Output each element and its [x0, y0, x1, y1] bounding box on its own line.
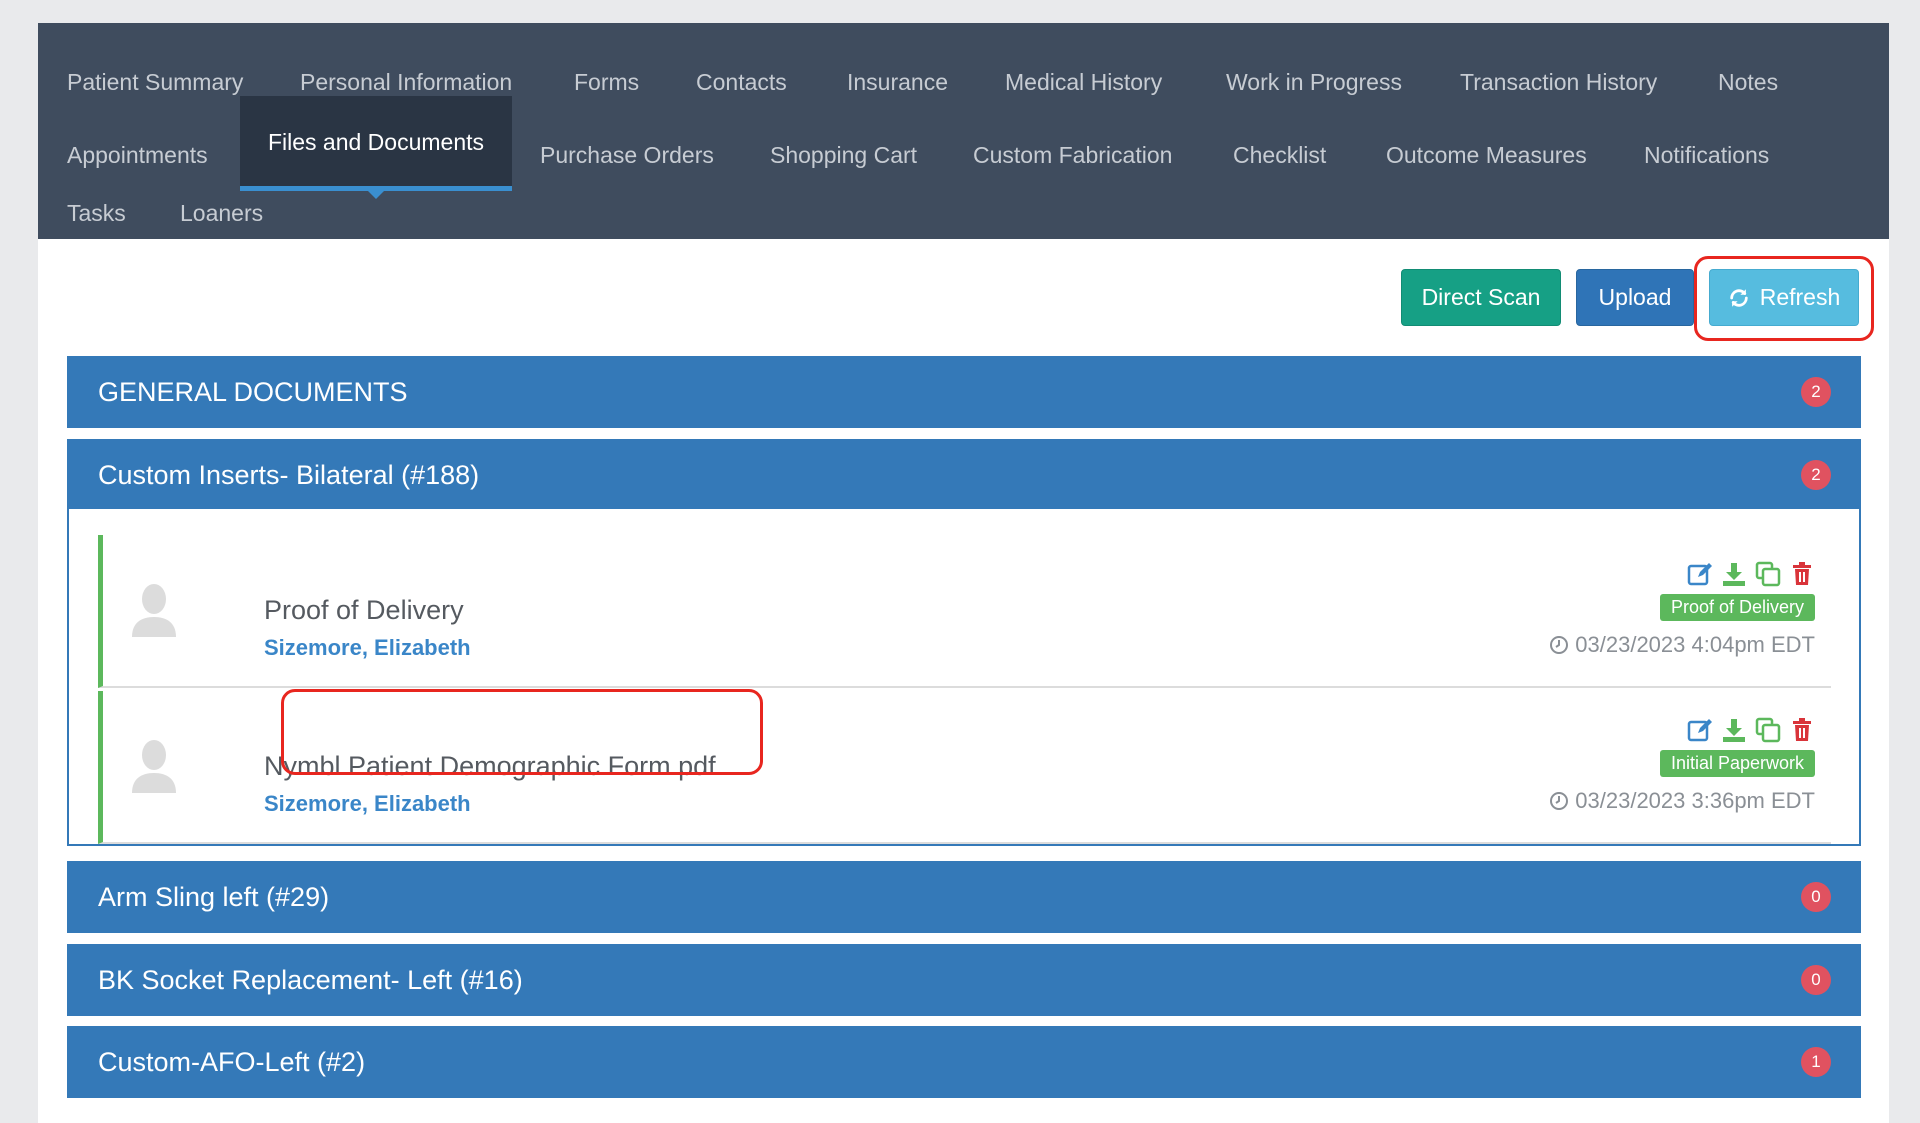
refresh-label: Refresh [1759, 284, 1841, 310]
document-date-text: 03/23/2023 4:04pm EDT [1575, 632, 1815, 657]
document-user-link[interactable]: Sizemore, Elizabeth [264, 635, 471, 661]
user-avatar-icon [129, 579, 179, 639]
download-icon[interactable] [1721, 561, 1747, 587]
panel-count-badge: 2 [1801, 460, 1831, 490]
delete-icon[interactable] [1789, 561, 1815, 587]
delete-icon[interactable] [1789, 717, 1815, 743]
direct-scan-label: Direct Scan [1421, 284, 1541, 310]
copy-icon[interactable] [1755, 717, 1781, 743]
patient-app: Patient Summary Personal Information For… [38, 23, 1889, 1123]
tab-outcome-measures[interactable]: Outcome Measures [1386, 119, 1587, 191]
panel-custom-inserts-bilateral[interactable]: Custom Inserts- Bilateral (#188) 2 [67, 439, 1861, 511]
refresh-button[interactable]: Refresh [1709, 269, 1859, 326]
upload-button[interactable]: Upload [1576, 269, 1694, 326]
tab-contacts[interactable]: Contacts [696, 46, 787, 118]
panel-arm-sling-left[interactable]: Arm Sling left (#29) 0 [67, 861, 1861, 933]
document-category-tag: Initial Paperwork [1659, 750, 1815, 777]
panel-count-badge: 0 [1801, 965, 1831, 995]
tab-notes[interactable]: Notes [1718, 46, 1778, 118]
edit-icon[interactable] [1687, 561, 1713, 587]
tab-insurance[interactable]: Insurance [847, 46, 948, 118]
document-row: Nymbl Patient Demographic Form.pdf Sizem… [98, 691, 1831, 844]
panel-general-documents[interactable]: GENERAL DOCUMENTS 2 [67, 356, 1861, 428]
panel-custom-afo-left[interactable]: Custom-AFO-Left (#2) 1 [67, 1026, 1861, 1098]
refresh-icon [1728, 287, 1750, 309]
upload-label: Upload [1598, 284, 1672, 310]
tab-transaction-history[interactable]: Transaction History [1460, 46, 1657, 118]
clock-icon [1549, 635, 1569, 655]
tab-files-and-documents[interactable]: Files and Documents [240, 96, 512, 199]
document-actions [1687, 561, 1815, 587]
document-user-link[interactable]: Sizemore, Elizabeth [264, 791, 471, 817]
panel-count-badge: 0 [1801, 882, 1831, 912]
user-avatar-icon [129, 735, 179, 795]
tab-notifications[interactable]: Notifications [1644, 119, 1769, 191]
document-actions [1687, 717, 1815, 743]
document-title: Nymbl Patient Demographic Form.pdf [264, 751, 716, 781]
tab-tasks[interactable]: Tasks [67, 191, 126, 239]
tab-purchase-orders[interactable]: Purchase Orders [540, 119, 714, 191]
tab-patient-summary[interactable]: Patient Summary [67, 46, 243, 118]
document-title: Proof of Delivery [264, 595, 464, 625]
tab-custom-fabrication[interactable]: Custom Fabrication [973, 119, 1172, 191]
document-date-text: 03/23/2023 3:36pm EDT [1575, 788, 1815, 813]
document-date: 03/23/2023 3:36pm EDT [1549, 788, 1815, 814]
tab-medical-history[interactable]: Medical History [1005, 46, 1162, 118]
panel-custom-inserts-body: Proof of Delivery Sizemore, Elizabeth Pr… [67, 509, 1861, 846]
panel-title: Custom Inserts- Bilateral (#188) [98, 459, 480, 490]
tab-shopping-cart[interactable]: Shopping Cart [770, 119, 917, 191]
download-icon[interactable] [1721, 717, 1747, 743]
clock-icon [1549, 791, 1569, 811]
panel-title: Arm Sling left (#29) [98, 881, 330, 912]
tab-checklist[interactable]: Checklist [1233, 119, 1326, 191]
panel-count-badge: 1 [1801, 1047, 1831, 1077]
document-date: 03/23/2023 4:04pm EDT [1549, 632, 1815, 658]
edit-icon[interactable] [1687, 717, 1713, 743]
document-category-tag: Proof of Delivery [1659, 594, 1815, 621]
tab-forms[interactable]: Forms [574, 46, 639, 118]
panel-count-badge: 2 [1801, 377, 1831, 407]
tab-appointments[interactable]: Appointments [67, 119, 208, 191]
panel-title: Custom-AFO-Left (#2) [98, 1046, 366, 1077]
patient-tab-bar: Patient Summary Personal Information For… [38, 23, 1889, 239]
tab-loaners[interactable]: Loaners [180, 191, 263, 239]
direct-scan-button[interactable]: Direct Scan [1401, 269, 1561, 326]
panel-title: BK Socket Replacement- Left (#16) [98, 964, 523, 995]
panel-title: GENERAL DOCUMENTS [98, 376, 408, 407]
tab-work-in-progress[interactable]: Work in Progress [1226, 46, 1402, 118]
document-row: Proof of Delivery Sizemore, Elizabeth Pr… [98, 535, 1831, 688]
copy-icon[interactable] [1755, 561, 1781, 587]
panel-bk-socket-replacement-left[interactable]: BK Socket Replacement- Left (#16) 0 [67, 944, 1861, 1016]
